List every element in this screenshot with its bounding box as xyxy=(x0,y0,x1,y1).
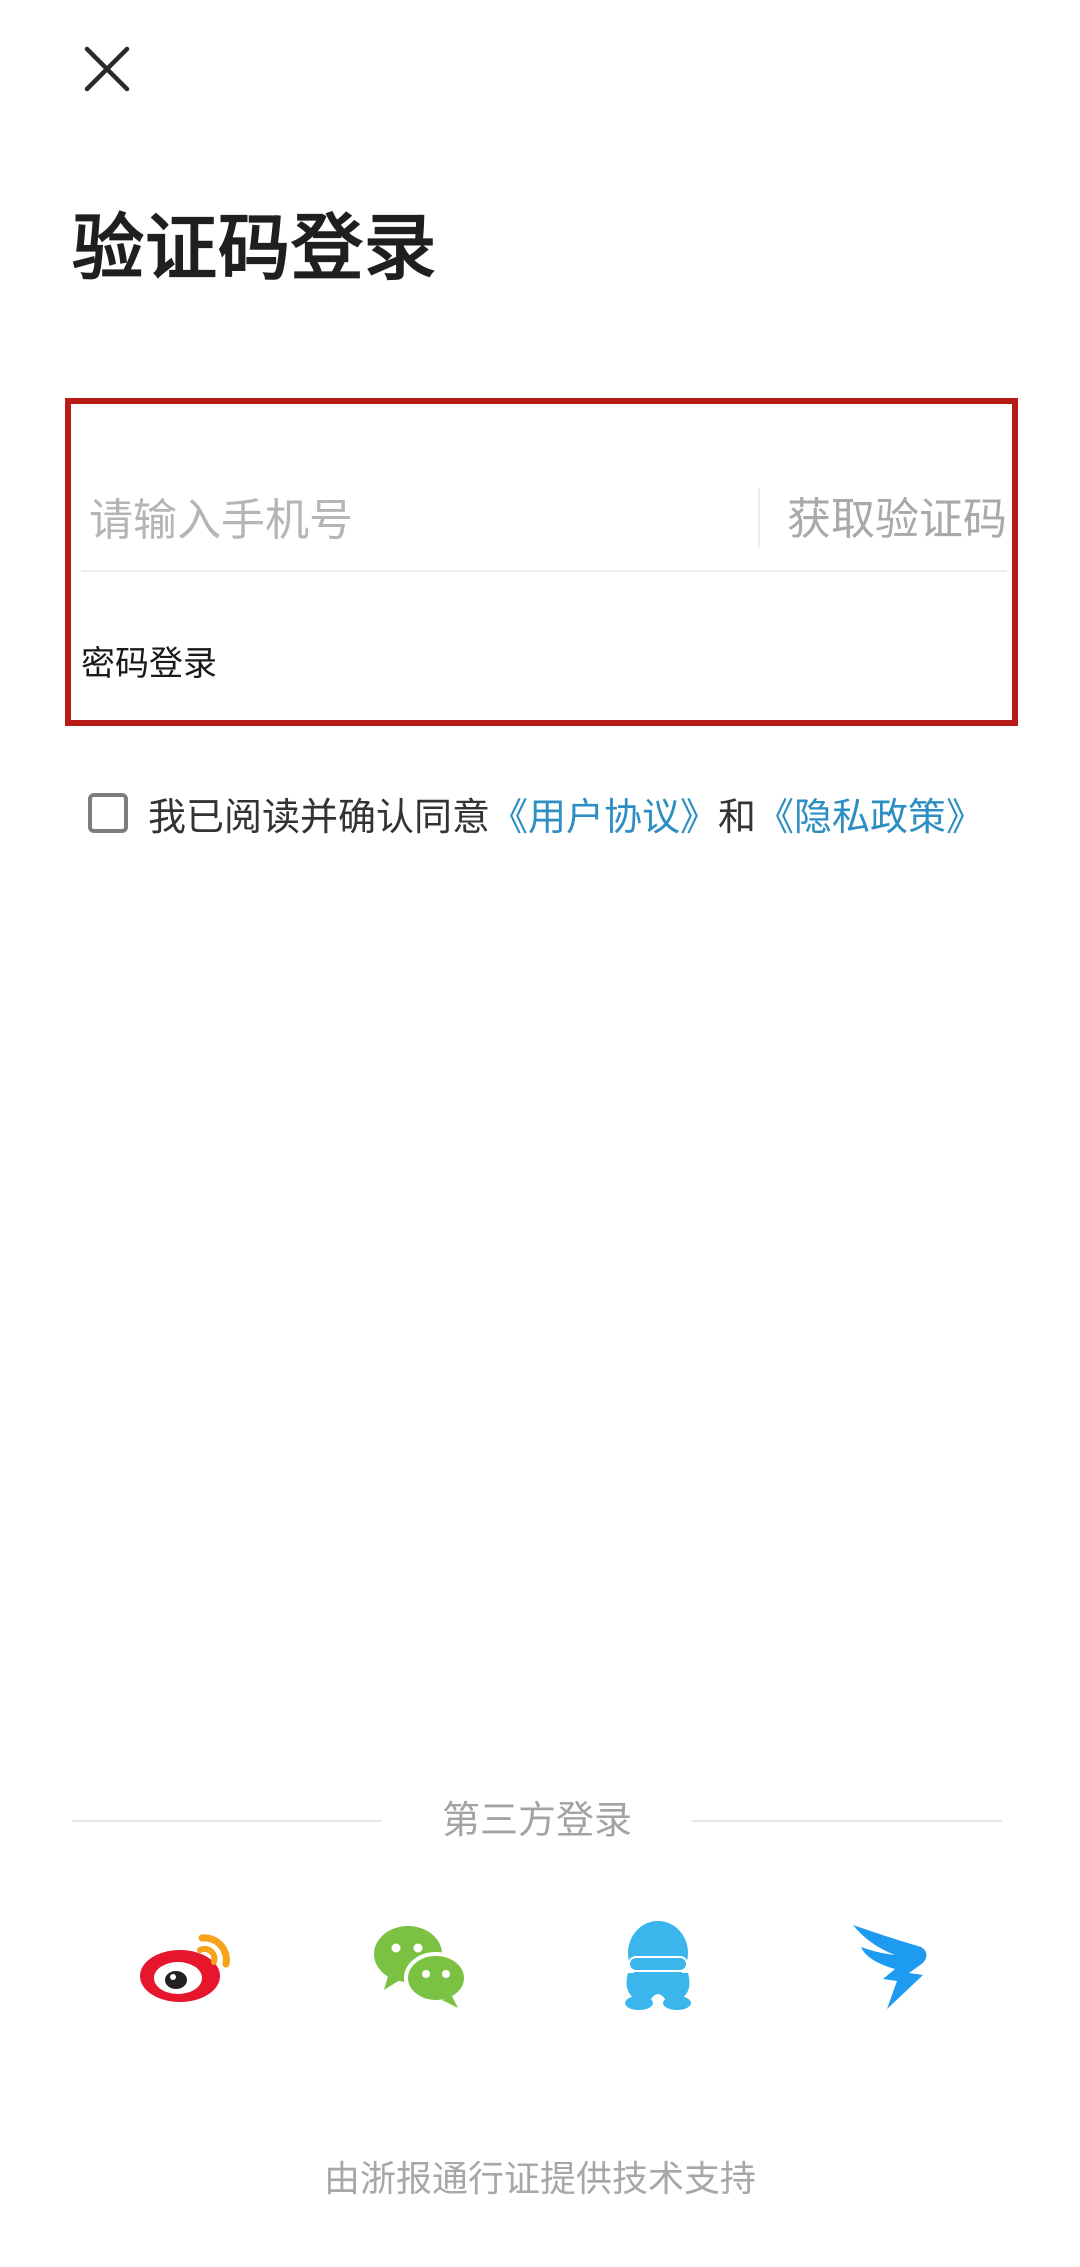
weibo-login-button[interactable] xyxy=(131,1910,241,2020)
wechat-icon xyxy=(374,1926,468,2008)
user-agreement-link[interactable]: 《用户协议》 xyxy=(490,786,718,841)
page-title: 验证码登录 xyxy=(72,205,438,290)
divider xyxy=(692,1820,1002,1822)
password-login-link[interactable]: 密码登录 xyxy=(81,636,217,685)
qq-login-button[interactable] xyxy=(603,1910,713,2020)
get-code-button[interactable]: 获取验证码 xyxy=(787,472,1007,568)
login-form: 获取验证码 密码登录 xyxy=(65,398,1018,726)
agreement-and-text: 和 xyxy=(718,794,757,839)
close-icon xyxy=(84,46,130,92)
agreement-row: 我已阅读并确认同意 《用户协议》 和 《隐私政策》 xyxy=(88,785,984,841)
privacy-policy-link[interactable]: 《隐私政策》 xyxy=(756,786,984,841)
dingtalk-icon xyxy=(853,1925,927,2009)
third-party-header: 第三方登录 xyxy=(72,1790,1002,1850)
social-login-row xyxy=(0,1910,1080,2020)
agreement-checkbox[interactable] xyxy=(88,793,128,833)
qq-icon xyxy=(625,1921,691,2010)
phone-row: 获取验证码 xyxy=(81,472,1007,572)
wechat-login-button[interactable] xyxy=(365,1910,475,2020)
close-button[interactable] xyxy=(70,32,144,106)
phone-input[interactable] xyxy=(89,472,729,568)
agreement-text: 我已阅读并确认同意 xyxy=(148,794,491,839)
dingtalk-login-button[interactable] xyxy=(837,1910,947,2020)
footer-text: 由浙报通行证提供技术支持 xyxy=(323,2159,756,2200)
phone-row-divider xyxy=(758,488,760,548)
weibo-icon xyxy=(140,1934,230,2002)
